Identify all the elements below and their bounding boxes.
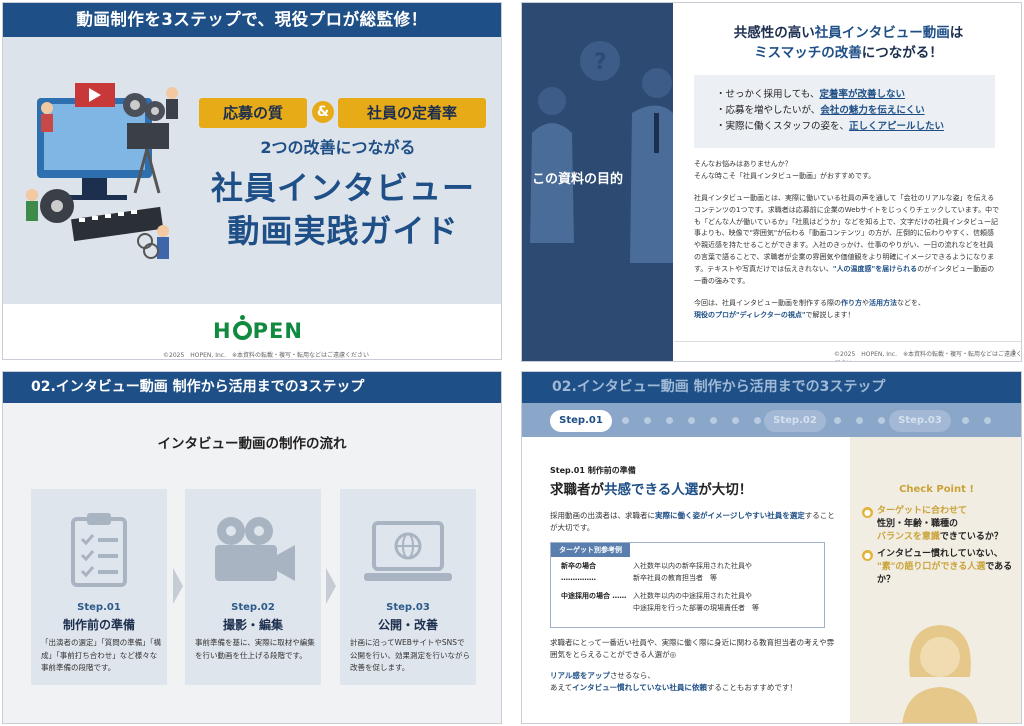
step-number: Step.02 [231, 602, 275, 613]
chevron-right-icon [326, 568, 336, 604]
purpose-copyright: ©2025 HOPEN, Inc. ※本資料の転載・複写・転用などはご遠慮くださ… [834, 351, 1022, 361]
svg-text:?: ? [594, 50, 607, 75]
clipboard-checklist-icon [71, 513, 127, 587]
step-description: 事前準備を基に、実際に取材や編集を行い動画を仕上げる段階です。 [195, 638, 315, 660]
step-card: Step.02 撮影・編集 事前準備を基に、実際に取材や編集を行い動画を仕上げる… [185, 489, 321, 685]
pain-points-box: ・せっかく採用しても、定着率が改善しない ・応募を増やしたいが、会社の魅力を伝え… [694, 75, 995, 148]
target-row: 新卒の場合 ……………入社数年以内の新卒採用された社員や 新卒社員の教育担当者 等 [561, 562, 752, 582]
woman-avatar-illustration [902, 625, 978, 723]
step-pill-active[interactable]: Step.01 [550, 410, 612, 432]
step01-note: 求職者にとって一番近い社員や、実際に働く際に身近に関わる教育担当者の考えや雰囲気… [550, 638, 835, 659]
step-description: 計画に沿ってWEBサイトやSNSで公開を行い、効果測定を行いながら改善を促します… [350, 638, 470, 672]
check-item: インタビュー慣れしていない、 "素"の語り口ができる人選であるか？ [877, 549, 1013, 585]
step-card: Step.03 公開・改善 計画に沿ってWEBサイトやSNSで公開を行い、効果測… [340, 489, 476, 685]
step-pill[interactable]: Step.02 [764, 410, 826, 432]
hopen-logo: H PEN [213, 315, 303, 343]
cover-subtitle: 2つの改善につながる [260, 138, 416, 157]
purpose-label: この資料の目的 [532, 172, 624, 187]
slide-purpose[interactable]: ? この資料の目的 共感性の高い社員インタビュー動画は ミスマッチの改善につなが… [521, 2, 1022, 362]
logo-o-icon [232, 315, 252, 340]
purpose-title: 共感性の高い社員インタビュー動画は ミスマッチの改善につながる！ [733, 25, 964, 61]
check-point-title: Check Point ! [899, 484, 974, 495]
laptop-globe-icon [364, 521, 452, 581]
cover-title-line1: 社員インタビュー [210, 169, 475, 207]
step-number: Step.01 [77, 602, 121, 613]
check-item: ターゲットに合わせて 性別・年齢・職種の バランスを意識できているか？ [877, 506, 1003, 542]
purpose-closing: 今回は、社員インタビュー動画を制作する際の作り方や活用方法などを、 現役のプロが"… [694, 299, 925, 319]
step-description: 「出演者の選定」「質問の準備」「構成」「事前打ち合わせ」など様々な事前準備の段階… [41, 638, 161, 672]
slide-step01[interactable]: 02.インタビュー動画 制作から活用までの3ステップ Step.01 Step.… [521, 371, 1022, 724]
pain-point: ・せっかく採用しても、定着率が改善しない [716, 89, 905, 100]
badge-quality: 応募の質 [199, 98, 307, 128]
ampersand: & [312, 101, 334, 123]
step-pill[interactable]: Step.03 [889, 410, 951, 432]
step-number: Step.03 [386, 602, 430, 613]
step01-intro: 採用動画の出演者は、求職者に実際に働く姿がイメージしやすい社員を選定することが大… [550, 511, 835, 532]
step-card: Step.01 制作前の準備 「出演者の選定」「質問の準備」「構成」「事前打ち合… [31, 489, 167, 685]
badge-retention: 社員の定着率 [338, 98, 486, 128]
step01-heading: 求職者が共感できる人選が大切！ [550, 482, 753, 498]
purpose-intro: そんなお悩みはありませんか？ そんな時こそ「社員インタビュー動画」がおすすめです… [694, 160, 876, 180]
step-progress: Step.01 Step.02 Step.03 [522, 403, 1021, 437]
check-point-panel: Check Point ! ● ターゲットに合わせて 性別・年齢・職種の バランスを… [850, 437, 1021, 723]
purpose-footer: ©2025 HOPEN, Inc. ※本資料の転載・複写・転用などはご遠慮くださ… [674, 341, 1022, 361]
cover-banner: 動画制作を3ステップで、現役プロが総監修！ [3, 3, 501, 37]
step01-banner: 02.インタビュー動画 制作から活用までの3ステップ [522, 372, 1021, 403]
step01-tip: リアル感をアップさせるなら、 あえてインタビュー慣れしていない社員に依頼すること… [550, 671, 797, 692]
target-examples-label: ターゲット別参考例 [551, 543, 630, 557]
flow-banner: 02.インタビュー動画 制作から活用までの3ステップ [3, 372, 501, 403]
step-title: 制作前の準備 [62, 618, 135, 632]
step01-label: Step.01 制作前の準備 [550, 466, 636, 475]
film-illustration [26, 83, 178, 259]
purpose-body: 社員インタビュー動画とは、実際に働いている社員の声を通して「会社のリアルな姿」を… [694, 194, 1000, 285]
pain-point: ・応募を増やしたいが、会社の魅力を伝えにくい [716, 105, 925, 116]
chevron-right-icon [173, 568, 183, 604]
step-title: 公開・改善 [377, 618, 438, 632]
target-row: 中途採用の場合 …… 入社数年以内の中途採用された社員や 中途採用を行った部署の現場… [561, 592, 759, 612]
target-examples-box: ターゲット別参考例 新卒の場合 ……………入社数年以内の新卒採用された社員や 新卒… [550, 542, 825, 628]
page-number: 1 [1012, 349, 1016, 356]
step-title: 撮影・編集 [222, 618, 283, 632]
cover-title-line2: 動画実践ガイド [227, 212, 459, 250]
slide-flow[interactable]: 02.インタビュー動画 制作から活用までの3ステップ インタビュー動画の制作の流… [2, 371, 502, 724]
video-camera-icon [215, 517, 295, 581]
cover-copyright: ©2025 HOPEN, Inc. ※本資料の転載・複写・転用などはご遠慮くださ… [163, 352, 370, 359]
flow-heading: インタビュー動画の制作の流れ [157, 436, 347, 452]
slide-cover[interactable]: 動画制作を3ステップで、現役プロが総監修！ 応募の質 & 社員の定着率 2つの改… [2, 2, 502, 360]
pain-point: ・実際に働くスタッフの姿を、正しくアピールしたい [716, 121, 945, 132]
purpose-side-panel: ? この資料の目的 [522, 3, 673, 361]
